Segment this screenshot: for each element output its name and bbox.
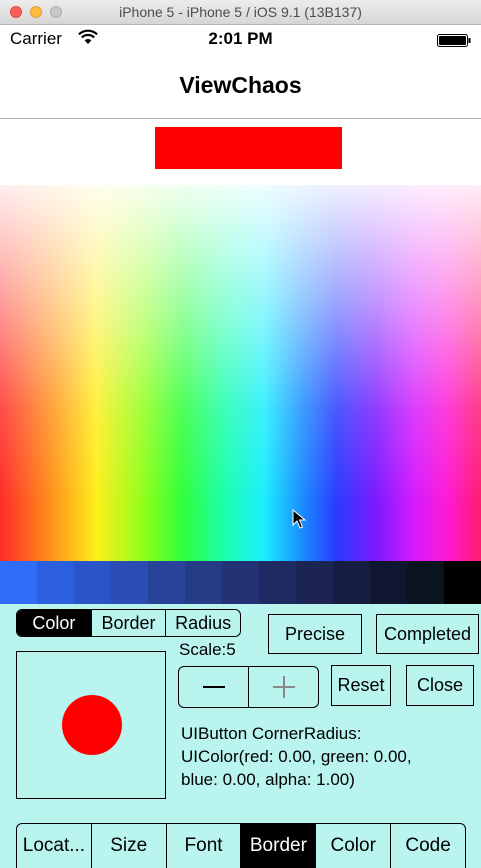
shade-swatch[interactable]	[37, 561, 74, 604]
completed-button[interactable]: Completed	[376, 614, 479, 654]
increment-button[interactable]	[248, 667, 318, 707]
segment-border[interactable]: Border	[90, 610, 166, 636]
window-title: iPhone 5 - iPhone 5 / iOS 9.1 (13B137)	[119, 4, 362, 20]
info-text: UIButton CornerRadius: UIColor(red: 0.00…	[181, 722, 471, 791]
navigation-bar: ViewChaos	[0, 53, 481, 119]
shade-swatch[interactable]	[74, 561, 111, 604]
segment-color[interactable]: Color	[17, 610, 91, 636]
mode-segmented-control[interactable]: Color Border Radius	[16, 609, 241, 637]
shade-swatch[interactable]	[333, 561, 370, 604]
tab-font[interactable]: Font	[165, 824, 241, 868]
info-line: UIButton CornerRadius:	[181, 724, 362, 743]
scale-stepper[interactable]	[178, 666, 319, 708]
battery-icon	[437, 32, 471, 47]
tab-color[interactable]: Color	[315, 824, 390, 868]
tab-location[interactable]: Locat...	[17, 824, 91, 868]
shade-swatch[interactable]	[0, 561, 37, 604]
close-button[interactable]: Close	[406, 665, 474, 706]
shade-swatch[interactable]	[370, 561, 407, 604]
precise-button[interactable]: Precise	[268, 614, 362, 654]
status-time: 2:01 PM	[208, 29, 273, 48]
shade-swatch[interactable]	[222, 561, 259, 604]
shade-swatch[interactable]	[148, 561, 185, 604]
reset-button[interactable]: Reset	[331, 665, 391, 706]
info-line: blue: 0.00, alpha: 1.00)	[181, 770, 355, 789]
color-spectrum-picker[interactable]	[0, 185, 481, 561]
tab-size[interactable]: Size	[90, 824, 166, 868]
page-title: ViewChaos	[179, 72, 302, 98]
status-bar: Carrier 2:01 PM	[0, 25, 481, 53]
simulator-title-bar: iPhone 5 - iPhone 5 / iOS 9.1 (13B137)	[0, 0, 481, 25]
scale-label: Scale:5	[179, 640, 236, 659]
mouse-cursor-icon	[292, 509, 306, 529]
preview-circle	[62, 695, 122, 755]
info-line: UIColor(red: 0.00, green: 0.00,	[181, 747, 412, 766]
red-view[interactable]	[155, 127, 342, 169]
segment-radius[interactable]: Radius	[165, 610, 240, 636]
corner-radius-preview	[16, 651, 166, 799]
minus-icon	[202, 686, 225, 688]
decrement-button[interactable]	[179, 667, 248, 707]
shade-strip[interactable]	[0, 561, 481, 604]
shade-swatch[interactable]	[296, 561, 333, 604]
shade-swatch[interactable]	[111, 561, 148, 604]
plus-icon	[272, 676, 295, 698]
shade-swatch[interactable]	[444, 561, 481, 604]
bottom-tab-bar[interactable]: Locat... Size Font Border Color Code	[16, 823, 466, 868]
shade-swatch[interactable]	[407, 561, 444, 604]
tab-code[interactable]: Code	[390, 824, 465, 868]
shade-swatch[interactable]	[259, 561, 296, 604]
shade-swatch[interactable]	[185, 561, 222, 604]
tab-border[interactable]: Border	[240, 824, 316, 868]
